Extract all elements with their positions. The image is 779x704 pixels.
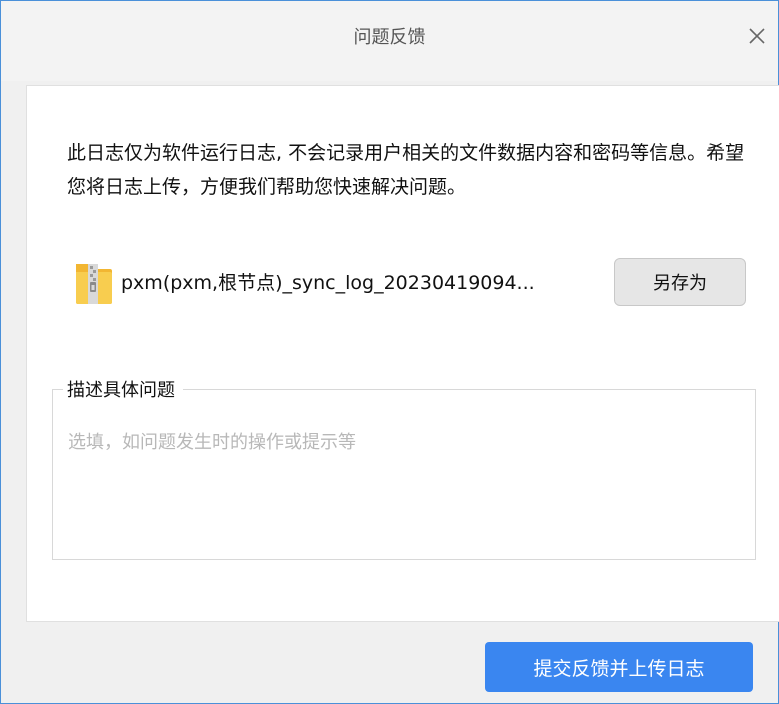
submit-feedback-button[interactable]: 提交反馈并上传日志 xyxy=(485,642,753,692)
feedback-dialog: 问题反馈 此日志仅为软件运行日志, 不会记录用户相关的文件数据内容和密码等信息。… xyxy=(0,0,779,704)
log-file-name: pxm(pxm,根节点)_sync_log_20230419094... xyxy=(121,272,535,294)
close-icon xyxy=(749,28,765,44)
log-attachment-row: pxm(pxm,根节点)_sync_log_20230419094... 另存为 xyxy=(73,258,753,306)
save-as-button[interactable]: 另存为 xyxy=(614,258,746,306)
content-panel: 此日志仅为软件运行日志, 不会记录用户相关的文件数据内容和密码等信息。希望您将日… xyxy=(26,85,779,622)
log-notice-text: 此日志仅为软件运行日志, 不会记录用户相关的文件数据内容和密码等信息。希望您将日… xyxy=(67,142,745,198)
dialog-title: 问题反馈 xyxy=(353,27,426,48)
description-input[interactable] xyxy=(68,428,738,548)
title-bar: 问题反馈 xyxy=(1,1,778,81)
description-legend: 描述具体问题 xyxy=(63,376,183,402)
close-button[interactable] xyxy=(740,19,774,53)
description-group: 描述具体问题 xyxy=(52,376,756,560)
zip-file-icon xyxy=(76,264,112,304)
